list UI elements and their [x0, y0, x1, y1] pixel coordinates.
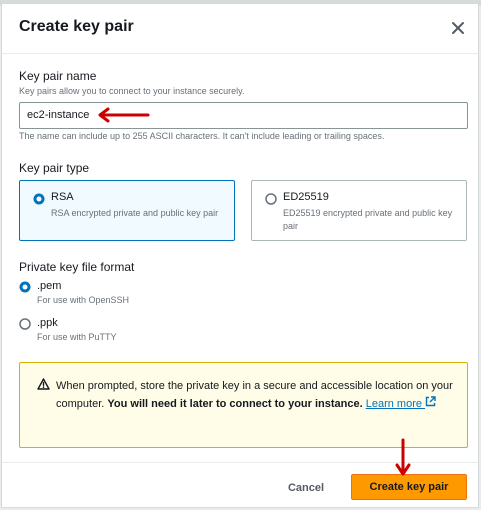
key-type-description: RSA encrypted private and public key pai… [51, 208, 219, 218]
file-format-option-description: For use with PuTTY [37, 332, 117, 342]
key-type-tile-ed25519[interactable]: ED25519 ED25519 encrypted private and pu… [251, 180, 467, 241]
create-key-pair-modal: Create key pair Key pair name Key pairs … [1, 3, 479, 508]
key-type-label: RSA [51, 191, 74, 203]
annotation-arrow-left-icon [98, 107, 150, 123]
file-format-option-label: .pem [37, 280, 62, 292]
modal-header: Create key pair [2, 4, 478, 54]
key-type-description: ED25519 encrypted private and public key… [283, 208, 453, 231]
key-pair-type-label: Key pair type [19, 161, 90, 175]
modal-title: Create key pair [19, 18, 134, 35]
warning-text-bold: You will need it later to connect to you… [107, 398, 363, 410]
key-type-label: ED25519 [283, 191, 329, 203]
key-pair-name-description: Key pairs allow you to connect to your i… [19, 86, 245, 96]
radio-unselected-icon[interactable] [19, 318, 31, 330]
learn-more-link[interactable]: Learn more [365, 396, 436, 410]
external-link-icon [425, 396, 436, 407]
warning-icon [37, 378, 50, 390]
key-pair-name-constraint: The name can include up to 255 ASCII cha… [19, 131, 385, 141]
key-type-tile-rsa[interactable]: RSA RSA encrypted private and public key… [19, 180, 235, 241]
key-pair-name-label: Key pair name [19, 69, 97, 83]
key-pair-name-input[interactable]: ec2-instance [19, 102, 468, 129]
file-format-option-label: .ppk [37, 317, 58, 329]
warning-text: When prompted, store the private key in … [56, 377, 456, 413]
close-icon[interactable] [450, 20, 466, 36]
warning-alert: When prompted, store the private key in … [19, 362, 468, 448]
annotation-arrow-down-icon [395, 438, 411, 476]
radio-selected-icon[interactable] [33, 193, 45, 205]
learn-more-label: Learn more [365, 398, 422, 410]
cancel-button[interactable]: Cancel [276, 476, 336, 500]
radio-selected-icon[interactable] [19, 281, 31, 293]
file-format-label: Private key file format [19, 260, 135, 274]
radio-unselected-icon[interactable] [265, 193, 277, 205]
file-format-option-description: For use with OpenSSH [37, 295, 130, 305]
